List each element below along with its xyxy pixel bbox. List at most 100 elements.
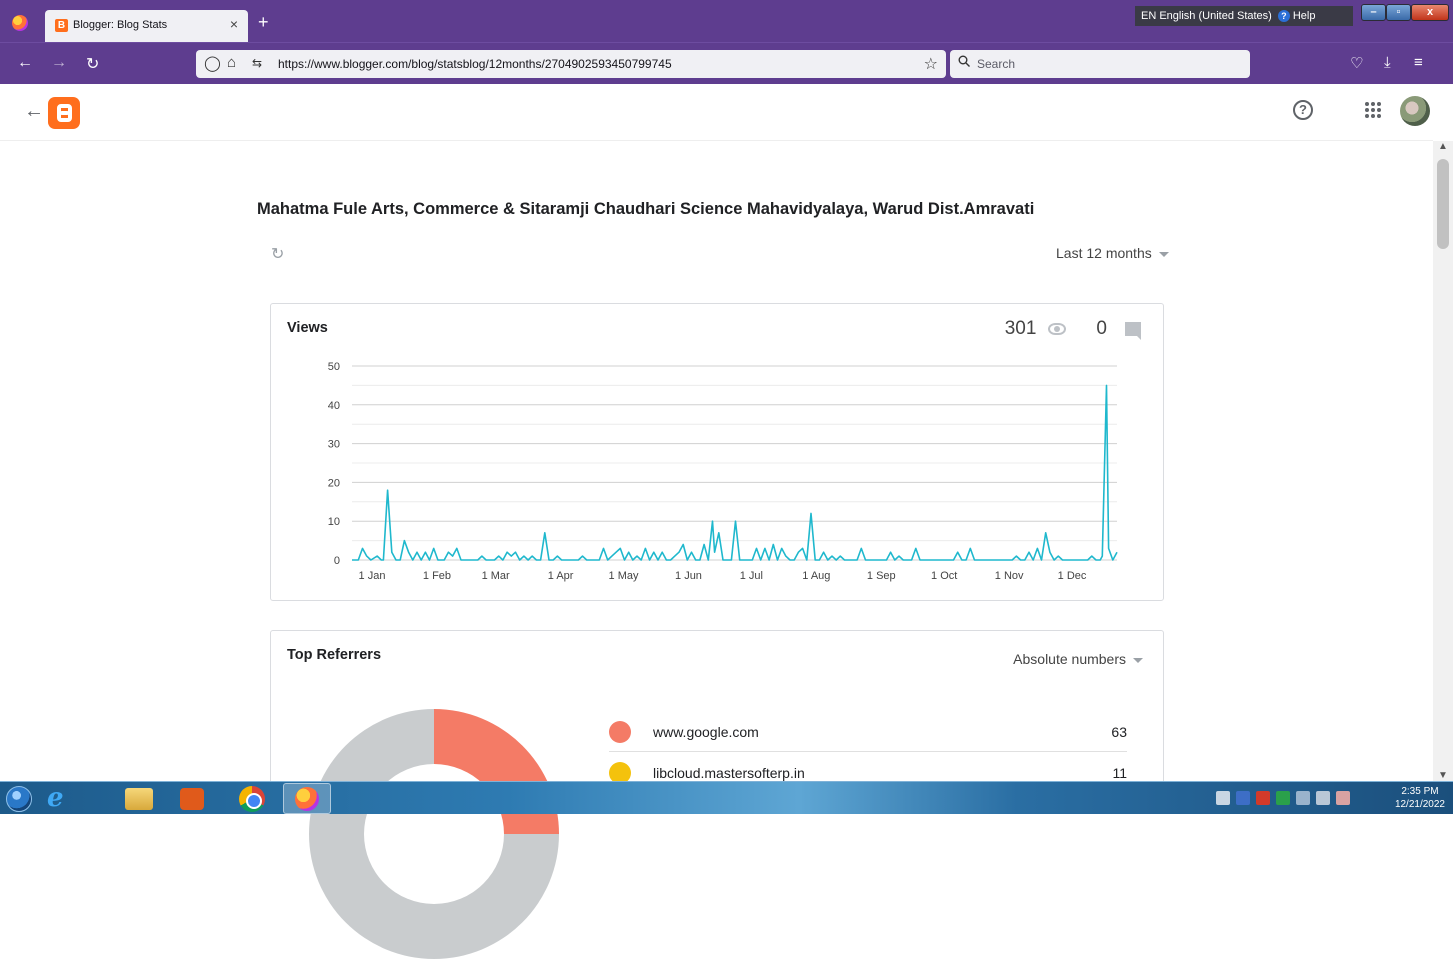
chrome-icon[interactable] — [239, 786, 265, 812]
tab-close-icon[interactable]: × — [230, 16, 238, 32]
x-tick-label: 1 Mar — [482, 570, 510, 582]
chevron-down-icon — [1158, 251, 1169, 257]
views-card: Views 301 0 0 10 20 30 40 50 1 Jan 1 Feb 1 Mar 1 … — [270, 303, 1164, 601]
menu-icon[interactable]: ≡ — [1414, 54, 1423, 71]
start-button[interactable] — [6, 786, 32, 812]
chevron-down-icon — [1133, 657, 1143, 663]
x-tick-label: 1 Apr — [548, 570, 574, 582]
clock-time: 2:35 PM — [1401, 786, 1439, 797]
scrollbar-thumb[interactable] — [1437, 159, 1449, 249]
referrer-count: 11 — [1112, 765, 1127, 781]
forward-arrow-icon[interactable]: → — [51, 54, 67, 72]
back-arrow-icon[interactable]: ← — [24, 100, 44, 123]
display-tray-icon[interactable] — [1316, 791, 1330, 805]
new-tab-button[interactable]: + — [258, 12, 269, 33]
views-stats: 301 0 — [1005, 318, 1141, 340]
x-tick-label: 1 May — [609, 570, 639, 582]
star-icon[interactable]: ☆ — [924, 54, 938, 74]
maximize-button[interactable]: ▫ — [1386, 4, 1411, 21]
y-tick-label: 0 — [334, 555, 340, 567]
referrers-mode-label: Absolute numbers — [1013, 651, 1126, 667]
scroll-up-icon[interactable]: ▲ — [1438, 141, 1448, 152]
referrer-color-dot — [609, 721, 631, 743]
permissions-icon[interactable]: ⇆ — [252, 56, 262, 70]
pocket-icon[interactable]: ♡ — [1350, 54, 1363, 72]
media-player-icon[interactable] — [180, 788, 204, 810]
internet-explorer-icon[interactable]: e — [47, 785, 73, 812]
avatar[interactable] — [1400, 96, 1430, 126]
x-tick-label: 1 Aug — [802, 570, 830, 582]
shield-icon[interactable]: ◯ — [204, 54, 221, 72]
y-tick-label: 30 — [328, 439, 340, 451]
referrer-name[interactable]: www.google.com — [653, 724, 759, 740]
search-icon — [958, 55, 970, 67]
blogger-favicon-icon: B — [55, 19, 68, 32]
browser-nav-bar: ← → ↻ ◯ ⌂ ⇆ https://www.blogger.com/blog… — [0, 42, 1453, 84]
x-tick-label: 1 Oct — [931, 570, 957, 582]
blog-title: Mahatma Fule Arts, Commerce & Sitaramji … — [257, 200, 1035, 218]
app-tray-icon[interactable] — [1256, 791, 1270, 805]
referrer-count: 63 — [1111, 724, 1127, 740]
app-tray-icon[interactable] — [1236, 791, 1250, 805]
x-tick-label: 1 Dec — [1058, 570, 1087, 582]
views-chart: 0 10 20 30 40 50 1 Jan 1 Feb 1 Mar 1 Apr 1 May 1 Ju… — [328, 361, 1118, 582]
top-referrers-card: Top Referrers Absolute numbers www.googl… — [270, 630, 1164, 959]
system-tray — [1216, 791, 1350, 805]
address-bar[interactable]: ◯ ⌂ ⇆ https://www.blogger.com/blog/stats… — [196, 50, 946, 78]
eye-icon — [1048, 323, 1067, 335]
blogger-header: ← ? — [0, 84, 1433, 141]
language-label[interactable]: EN English (United States) — [1141, 10, 1272, 22]
windows-taskbar: e 2:35 PM 12/21/2022 — [0, 781, 1453, 814]
volume-muted-icon[interactable] — [1336, 791, 1350, 805]
app-tray-icon[interactable] — [1276, 791, 1290, 805]
browser-tab[interactable]: B Blogger: Blog Stats × — [45, 10, 248, 42]
firefox-taskbar-button[interactable] — [283, 783, 331, 814]
referrers-card-title: Top Referrers — [287, 647, 382, 663]
scroll-down-icon[interactable]: ▼ — [1438, 770, 1448, 781]
back-arrow-icon[interactable]: ← — [17, 54, 33, 72]
refresh-icon[interactable]: ↻ — [271, 244, 284, 264]
blogger-logo[interactable] — [48, 97, 80, 129]
views-series-line — [352, 384, 1118, 561]
x-tick-label: 1 Jul — [740, 570, 763, 582]
comments-count: 0 — [1096, 318, 1107, 339]
views-count: 301 — [1004, 318, 1037, 339]
flag-tray-icon[interactable] — [1296, 791, 1310, 805]
y-tick-label: 40 — [328, 400, 340, 412]
date-range-dropdown[interactable]: Last 12 months — [1056, 245, 1169, 261]
url-text[interactable]: https://www.blogger.com/blog/statsblog/1… — [278, 57, 672, 71]
apps-icon[interactable] — [1365, 102, 1381, 118]
firefox-logo-icon[interactable] — [12, 15, 28, 31]
language-help[interactable]: ? Help — [1277, 10, 1316, 22]
referrer-name[interactable]: libcloud.mastersofterp.in — [653, 765, 805, 781]
search-input[interactable]: Search — [950, 50, 1250, 78]
blogger-logo-bar — [60, 111, 69, 115]
referrer-row[interactable]: www.google.com 63 — [609, 714, 1127, 752]
views-card-title: Views — [287, 320, 328, 336]
taskbar-clock[interactable]: 2:35 PM 12/21/2022 — [1395, 785, 1445, 811]
comment-icon — [1125, 322, 1141, 340]
browser-tab-bar: B Blogger: Blog Stats × + EN English (Un… — [0, 0, 1453, 42]
x-tick-label: 1 Nov — [995, 570, 1024, 582]
y-tick-label: 20 — [328, 477, 340, 489]
network-tray-icon[interactable] — [1216, 791, 1230, 805]
file-explorer-icon[interactable] — [125, 788, 153, 810]
referrers-donut-chart — [309, 709, 559, 959]
vertical-scrollbar[interactable]: ▲ ▼ — [1433, 141, 1453, 781]
y-tick-label: 10 — [328, 516, 340, 528]
download-icon[interactable]: ⤓ — [1384, 54, 1391, 71]
tab-title: Blogger: Blog Stats — [73, 19, 168, 31]
x-tick-label: 1 Jan — [359, 570, 386, 582]
x-tick-label: 1 Sep — [867, 570, 896, 582]
language-bar[interactable]: EN English (United States) ? Help — [1135, 6, 1353, 26]
x-tick-label: 1 Jun — [675, 570, 702, 582]
help-circle-icon: ? — [1277, 10, 1290, 22]
lock-icon[interactable]: ⌂ — [227, 54, 236, 71]
referrers-mode-dropdown[interactable]: Absolute numbers — [1013, 651, 1143, 667]
help-icon[interactable]: ? — [1293, 100, 1313, 120]
minimize-button[interactable]: – — [1361, 4, 1386, 21]
date-range-label: Last 12 months — [1056, 245, 1152, 261]
reload-icon[interactable]: ↻ — [86, 54, 99, 74]
language-help-label[interactable]: Help — [1293, 10, 1316, 22]
close-window-button[interactable]: x — [1411, 4, 1449, 21]
